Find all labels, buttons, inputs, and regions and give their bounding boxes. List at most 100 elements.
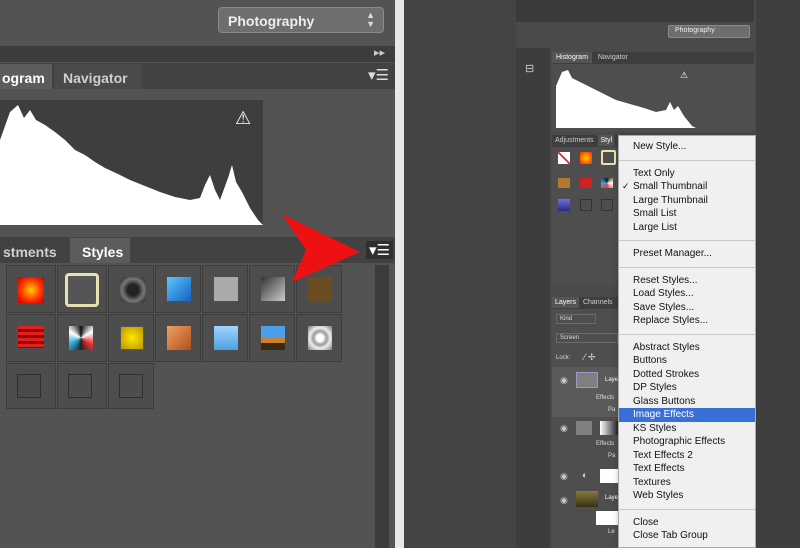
menu-item-dotted-strokes[interactable]: Dotted Strokes	[619, 368, 755, 382]
eye-icon[interactable]: ◉	[560, 375, 568, 386]
tab-navigator-small[interactable]: Navigator	[594, 52, 632, 63]
layer-row[interactable]: ◉ ◐	[552, 467, 622, 487]
workspace-switcher[interactable]: Photography ▲ ▼	[218, 7, 384, 33]
menu-separator	[619, 508, 755, 510]
blend-mode-select[interactable]: Screen	[556, 333, 618, 343]
panel-collapse-bar[interactable]	[0, 46, 395, 62]
tab-histogram-small[interactable]: Histogram	[552, 52, 592, 63]
style-swatch-small[interactable]	[558, 178, 570, 188]
kind-filter[interactable]: Kind	[556, 314, 596, 324]
style-swatch[interactable]	[6, 314, 56, 362]
styles-scrollbar[interactable]	[375, 265, 389, 548]
menu-item-close[interactable]: Close	[619, 516, 755, 530]
warning-icon-small: ⚠	[680, 70, 689, 80]
menu-item-web-styles[interactable]: Web Styles	[619, 489, 755, 503]
style-swatch[interactable]	[57, 314, 107, 362]
tab-layers[interactable]: Layers	[552, 297, 580, 308]
brush-icon[interactable]: ⁄ ✢	[584, 352, 596, 363]
style-swatch-small[interactable]	[558, 152, 570, 164]
style-swatch-small[interactable]	[601, 199, 613, 211]
style-swatch[interactable]	[202, 265, 248, 313]
styles-panel-menu-icon[interactable]: ▾☰	[366, 241, 393, 259]
styles-flyout-menu: New Style... Text Only Small Thumbnail ✓ Lar…	[618, 135, 756, 548]
menu-item-photographic-effects[interactable]: Photographic Effects	[619, 435, 755, 449]
menu-item-ks-styles[interactable]: KS Styles	[619, 422, 755, 436]
tab-adjustments-small[interactable]: Adjustments	[552, 135, 597, 146]
tab-styles-small[interactable]: Styl	[598, 135, 615, 146]
checkmark-icon: ✓	[622, 181, 630, 191]
pane-divider	[395, 0, 404, 548]
style-swatch-small[interactable]	[580, 152, 592, 164]
eye-icon[interactable]: ◉	[560, 471, 568, 482]
left-zoom-pane: Photography ▲ ▼ ▸▸ ogram Navigator ▾☰ ⚠ s…	[0, 0, 395, 548]
style-swatch[interactable]	[155, 265, 201, 313]
tab-histogram-label: ogram	[2, 70, 45, 86]
tab-navigator[interactable]: Navigator	[54, 64, 142, 89]
menu-item-small-thumbnail[interactable]: Small Thumbnail ✓	[619, 180, 755, 194]
tab-adjustments-label: stments	[3, 244, 57, 260]
tool-icon[interactable]: ⊟	[525, 62, 534, 75]
menu-item-abstract-styles[interactable]: Abstract Styles	[619, 341, 755, 355]
style-swatch[interactable]	[108, 363, 154, 409]
style-swatch[interactable]	[249, 314, 295, 362]
menu-item-reset-styles[interactable]: Reset Styles...	[619, 274, 755, 288]
menu-item-close-tab-group[interactable]: Close Tab Group	[619, 529, 755, 543]
tab-styles-label: Styles	[82, 244, 124, 260]
style-swatch[interactable]	[296, 314, 342, 362]
menu-item-text-effects[interactable]: Text Effects	[619, 462, 755, 476]
style-swatch-selected[interactable]	[57, 265, 107, 313]
style-swatch-small[interactable]	[601, 178, 613, 188]
tab-histogram[interactable]: ogram	[0, 64, 52, 89]
menu-item-new-style[interactable]: New Style...	[619, 140, 755, 154]
menu-item-large-thumbnail[interactable]: Large Thumbnail	[619, 194, 755, 208]
lock-label: Lock:	[556, 355, 571, 361]
style-swatch[interactable]	[57, 363, 107, 409]
layer-thumbnail	[576, 372, 598, 388]
layer-thumbnail	[576, 421, 592, 435]
menu-item-large-list[interactable]: Large List	[619, 221, 755, 235]
style-swatch-small[interactable]	[580, 199, 592, 211]
menu-item-image-effects[interactable]: Image Effects	[619, 408, 755, 422]
styles-panel-small: Adjustments Styl	[552, 135, 622, 285]
tab-styles[interactable]: Styles	[70, 238, 130, 263]
menu-item-buttons[interactable]: Buttons	[619, 354, 755, 368]
menu-item-dp-styles[interactable]: DP Styles	[619, 381, 755, 395]
toolbar-strip	[404, 0, 516, 548]
layer-row[interactable]: ◉ Effects Pa	[552, 419, 622, 467]
collapse-icon[interactable]: ▸▸	[374, 46, 385, 59]
styles-grid	[0, 265, 370, 410]
panel-menu-icon[interactable]: ▾☰	[368, 66, 389, 84]
menu-item-replace-styles[interactable]: Replace Styles...	[619, 314, 755, 328]
menu-item-small-list[interactable]: Small List	[619, 207, 755, 221]
effect-item: Pa	[608, 407, 616, 413]
style-swatch-small[interactable]	[580, 178, 592, 188]
style-swatch-small[interactable]	[558, 199, 570, 211]
style-swatch[interactable]	[155, 314, 201, 362]
style-swatch[interactable]	[6, 363, 56, 409]
tab-channels[interactable]: Channels	[581, 297, 615, 308]
tab-adjustments[interactable]: stments	[0, 238, 70, 263]
menu-item-text-effects-2[interactable]: Text Effects 2	[619, 449, 755, 463]
menu-item-text-only[interactable]: Text Only	[619, 167, 755, 181]
eye-icon[interactable]: ◉	[560, 423, 568, 434]
style-swatch[interactable]	[202, 314, 248, 362]
layer-row[interactable]: ◉ Layer Effects Pa	[552, 367, 622, 417]
layer-thumbnail	[576, 491, 598, 507]
warning-icon: ⚠	[235, 108, 252, 128]
style-swatch[interactable]	[108, 314, 154, 362]
menu-item-preset-manager[interactable]: Preset Manager...	[619, 247, 755, 261]
style-swatch[interactable]	[108, 265, 154, 313]
histogram-graph-small	[556, 70, 696, 128]
right-edge-strip	[756, 0, 800, 548]
layer-row[interactable]: ◉ Layer Le	[552, 489, 622, 539]
menu-item-glass-buttons[interactable]: Glass Buttons	[619, 395, 755, 409]
style-swatch[interactable]	[6, 265, 56, 313]
menu-item-save-styles[interactable]: Save Styles...	[619, 301, 755, 315]
updown-icon: ▲ ▼	[366, 10, 375, 29]
workspace-switcher-small[interactable]: Photography	[668, 25, 750, 38]
menu-item-load-styles[interactable]: Load Styles...	[619, 287, 755, 301]
eye-icon[interactable]: ◉	[560, 495, 568, 506]
style-swatch-small[interactable]	[601, 150, 616, 165]
menu-item-textures[interactable]: Textures	[619, 476, 755, 490]
top-bar	[516, 0, 754, 22]
